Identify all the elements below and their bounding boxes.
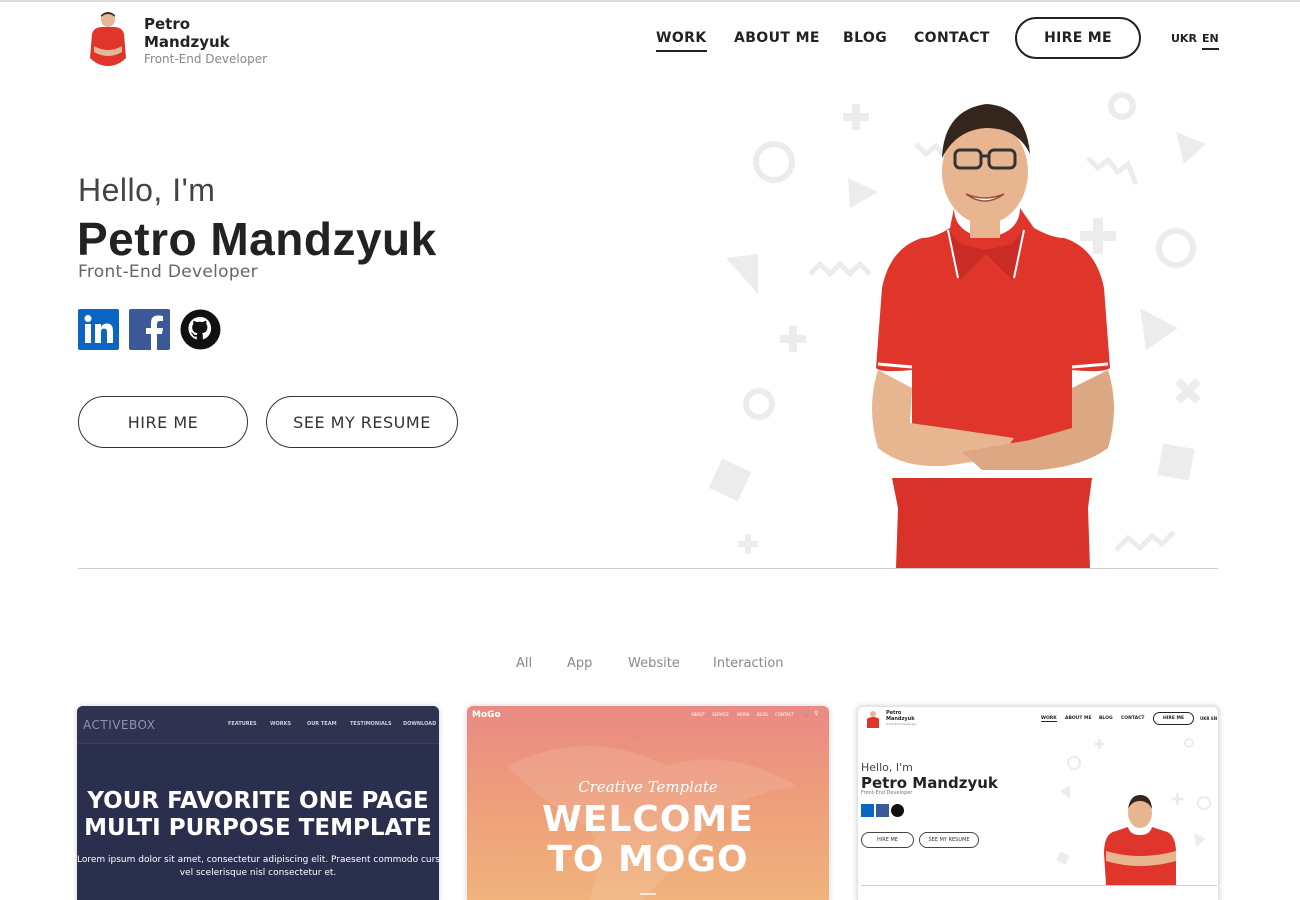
card-nav-item: WORK bbox=[737, 712, 750, 717]
card-headline-line: YOUR FAVORITE ONE PAGE bbox=[87, 788, 429, 814]
lang-ukr[interactable]: UKR bbox=[1171, 32, 1197, 45]
nav-about-me[interactable]: ABOUT ME bbox=[734, 30, 820, 52]
card-script-text: Creative Template bbox=[578, 778, 718, 796]
mini-nav-item: BLOG bbox=[1099, 716, 1113, 721]
mini-greeting: Hello, I'm bbox=[861, 761, 913, 774]
card-nav-item: FEATURES bbox=[228, 721, 257, 727]
card-nav-item: WORKS bbox=[270, 721, 292, 727]
card-nav-item: TESTIMONIALS bbox=[350, 721, 392, 727]
card-nav-item: CONTACT bbox=[775, 712, 794, 717]
project-card-mogo[interactable]: MoGo ABOUT SERVICE WORK BLOG CONTACT 🛒 ⚲… bbox=[467, 706, 829, 900]
brand-name: Petro Mandzyuk bbox=[144, 15, 230, 51]
mini-resume-button: SEE MY RESUME bbox=[919, 832, 979, 848]
mini-social-icons bbox=[861, 804, 904, 817]
mini-role: Front-End Developer bbox=[861, 790, 913, 796]
card-nav-item: BLOG bbox=[757, 712, 769, 717]
card-headline-line: WELCOME bbox=[542, 799, 754, 840]
card-nav-item: OUR TEAM bbox=[307, 721, 337, 727]
filter-all[interactable]: All bbox=[516, 656, 532, 671]
mini-nav-item: CONTACT bbox=[1121, 716, 1145, 721]
card-logo: MoGo bbox=[472, 710, 501, 720]
brand-home-link[interactable]: Petro Mandzyuk Front-End Developer bbox=[86, 8, 326, 72]
cart-icon: 🛒 bbox=[803, 710, 811, 717]
card-nav-item: DOWNLOAD bbox=[403, 721, 437, 727]
card-nav-item: SERVICE bbox=[712, 712, 729, 717]
mini-nav-item: WORK bbox=[1041, 716, 1057, 722]
lang-en[interactable]: EN bbox=[1202, 32, 1219, 50]
person-photo bbox=[872, 104, 1114, 568]
brand-subtitle: Front-End Developer bbox=[144, 52, 268, 66]
card-logo: ACTIVEBOX bbox=[83, 718, 156, 732]
hero-divider bbox=[78, 568, 1218, 569]
card-headline-line: MULTI PURPOSE TEMPLATE bbox=[84, 815, 432, 841]
nav-contact[interactable]: CONTACT bbox=[914, 30, 990, 52]
mini-lang: EN bbox=[1211, 716, 1218, 721]
linkedin-icon[interactable] bbox=[78, 309, 119, 350]
project-card-portfolio[interactable]: Petro Mandzyuk Front-End Developer WORK … bbox=[857, 706, 1219, 900]
mini-hire-button: HIRE ME bbox=[1153, 712, 1194, 725]
mini-hire-me-button: HIRE ME bbox=[861, 832, 914, 848]
github-icon[interactable] bbox=[180, 309, 221, 350]
hero-illustration bbox=[708, 92, 1206, 568]
filter-app[interactable]: App bbox=[567, 656, 592, 671]
mini-nav-item: ABOUT ME bbox=[1065, 716, 1092, 721]
search-icon: ⚲ bbox=[814, 710, 819, 717]
card-body-line: vel scelerisque nisl consectetur et. bbox=[179, 868, 337, 878]
filter-interaction[interactable]: Interaction bbox=[713, 656, 784, 671]
hero-name: Petro Mandzyuk bbox=[77, 213, 437, 265]
mini-hero-illustration bbox=[1056, 738, 1211, 885]
nav-blog[interactable]: BLOG bbox=[843, 30, 887, 52]
mini-divider bbox=[861, 885, 1217, 886]
card-body-line: Lorem ipsum dolor sit amet, consectetur … bbox=[77, 855, 439, 865]
header-hire-me-button[interactable]: HIRE ME bbox=[1015, 17, 1141, 59]
hero-role: Front-End Developer bbox=[78, 262, 258, 282]
slider-indicator bbox=[640, 893, 656, 895]
mini-brand-subtitle: Front-End Developer bbox=[886, 722, 917, 726]
project-card-activebox[interactable]: ACTIVEBOX FEATURES WORKS OUR TEAM TESTIM… bbox=[77, 706, 439, 900]
site-header: Petro Mandzyuk Front-End Developer WORK … bbox=[0, 2, 1300, 74]
card-navbar: ACTIVEBOX FEATURES WORKS OUR TEAM TESTIM… bbox=[77, 706, 439, 744]
card-headline: WELCOME TO MOGO bbox=[467, 800, 829, 880]
card-nav-item: ABOUT bbox=[691, 712, 705, 717]
card-body-text: Lorem ipsum dolor sit amet, consectetur … bbox=[77, 854, 439, 880]
hero-greeting: Hello, I'm bbox=[78, 172, 216, 208]
see-resume-button[interactable]: SEE MY RESUME bbox=[266, 396, 458, 448]
card-headline: YOUR FAVORITE ONE PAGE MULTI PURPOSE TEM… bbox=[77, 788, 439, 842]
hero-hire-me-button[interactable]: HIRE ME bbox=[78, 396, 248, 448]
mini-avatar bbox=[867, 711, 879, 728]
nav-work[interactable]: WORK bbox=[656, 30, 707, 52]
mini-lang: UKR bbox=[1200, 716, 1210, 721]
filter-website[interactable]: Website bbox=[628, 656, 680, 671]
brand-avatar bbox=[90, 12, 126, 66]
mini-brand-name: Petro Mandzyuk bbox=[886, 710, 915, 722]
facebook-icon[interactable] bbox=[129, 309, 170, 350]
card-headline-line: TO MOGO bbox=[547, 839, 749, 880]
